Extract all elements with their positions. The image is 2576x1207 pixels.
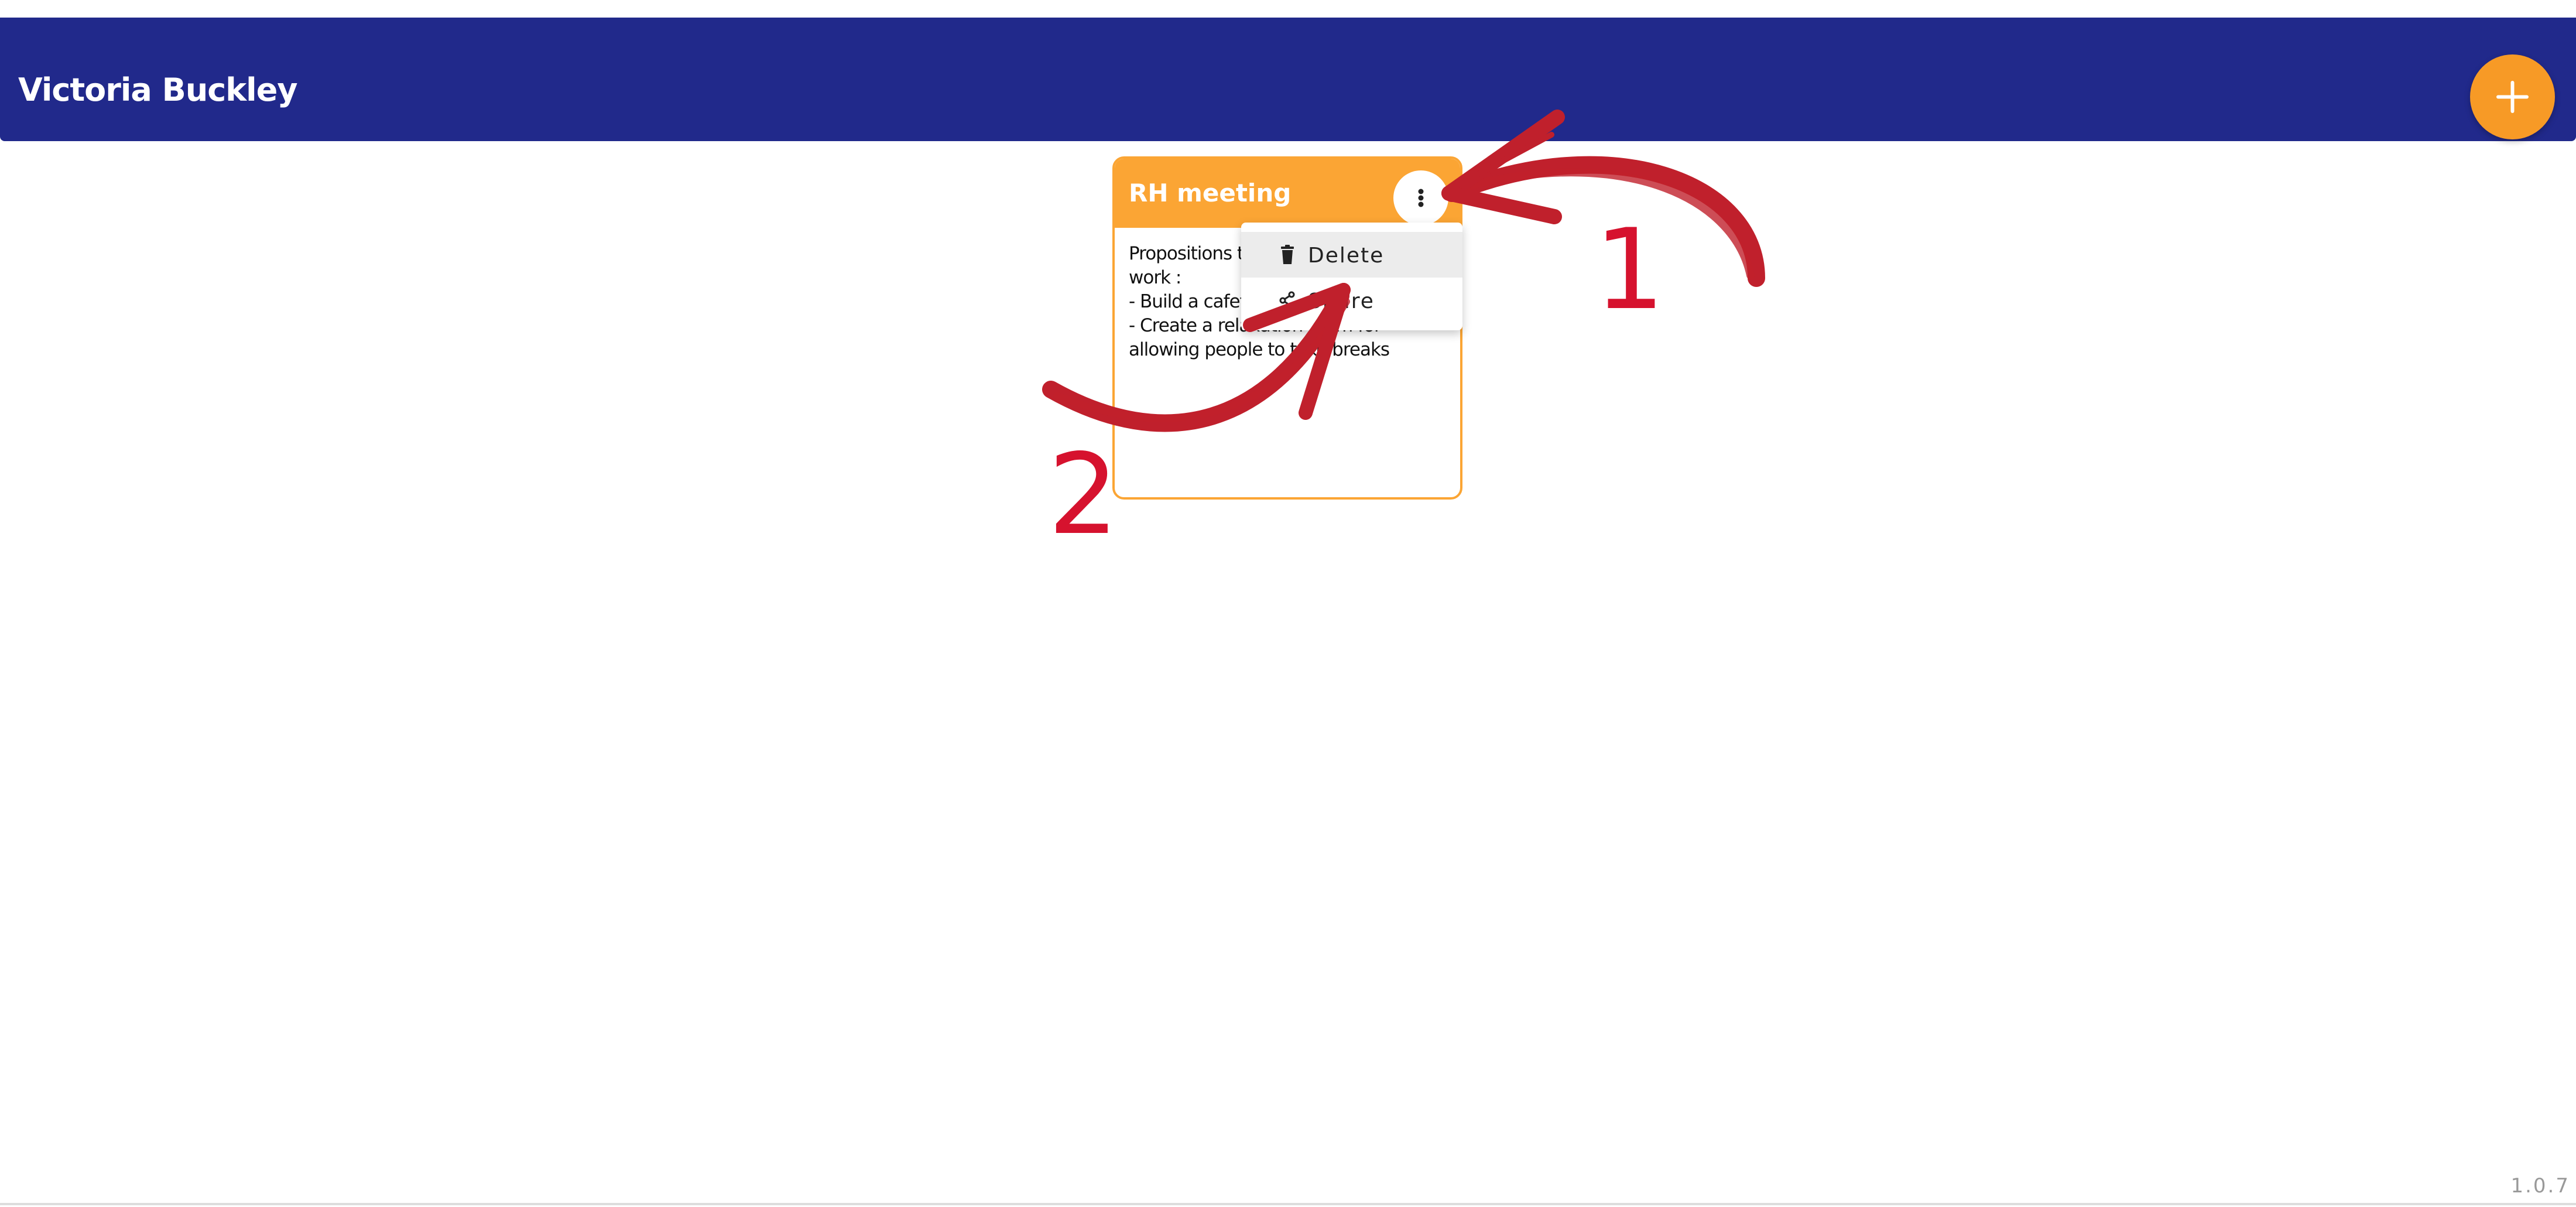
step-number-2: 2 <box>1048 430 1119 559</box>
arrow-annotations <box>1042 110 1765 432</box>
arrow-to-share-item <box>1042 283 1351 432</box>
step-number-1: 1 <box>1594 205 1665 334</box>
app-version: 1.0.7 <box>2510 1174 2570 1198</box>
bottom-divider <box>0 1203 2576 1205</box>
